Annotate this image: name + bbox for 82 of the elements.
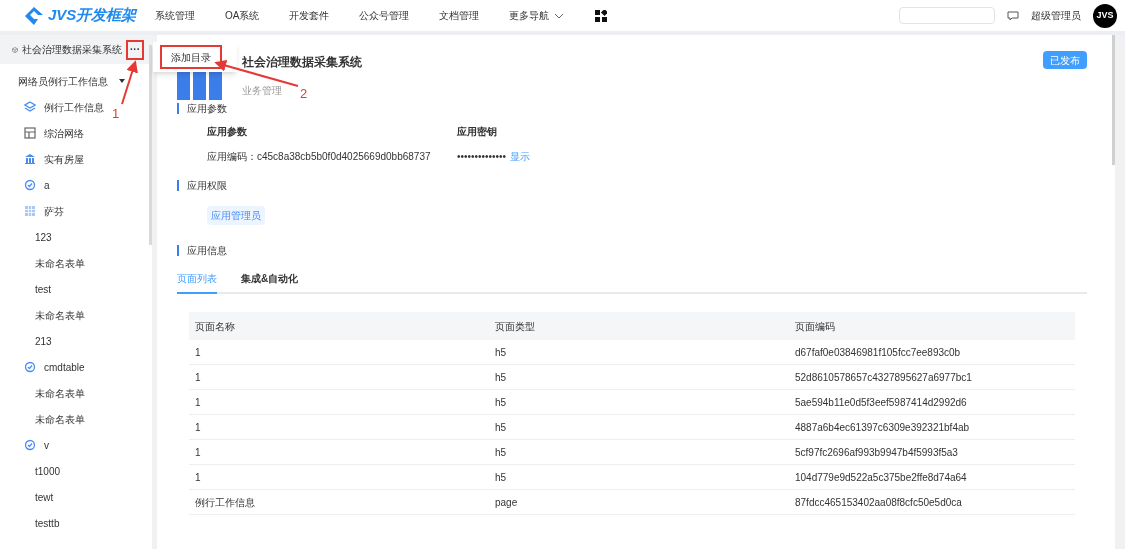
search-field[interactable] — [899, 7, 995, 24]
annotation-number: 2 — [300, 85, 308, 103]
column-header: 页面类型 — [495, 319, 536, 334]
sidebar-item[interactable]: 萨芬 — [0, 198, 64, 224]
sidebar-item[interactable]: t1000 — [0, 458, 61, 484]
sidebar-item[interactable]: 综治网络 — [0, 120, 84, 146]
nav-link[interactable]: 公众号管理 — [359, 8, 410, 23]
table-cell-text: 1 — [195, 445, 202, 460]
table-cell-text: 1 — [195, 420, 202, 435]
app-code: 应用编码：c45c8a38cb5b0f0d4025669d0bb68737 — [207, 150, 432, 164]
arrow-annotation — [121, 60, 138, 105]
nav-link[interactable]: 更多导航 — [509, 8, 566, 23]
table-cell-text: 5ae594b11e0d5f3eef5987414d2992d6 — [795, 395, 968, 410]
table-icon — [24, 127, 36, 139]
scrollbar[interactable] — [1112, 35, 1115, 165]
sidebar-item[interactable]: 123 — [0, 224, 52, 250]
app-subtitle: 业务管理 — [242, 84, 282, 98]
table-cell-text: h5 — [495, 470, 508, 485]
sidebar-item[interactable]: test — [0, 276, 52, 302]
group-header[interactable]: 网络员例行工作信息 — [0, 68, 152, 94]
logo-icon — [24, 5, 44, 26]
cube-icon — [12, 44, 18, 55]
layers-icon — [24, 101, 36, 113]
sidebar-item[interactable]: 未命名表单 — [0, 302, 85, 328]
sidebar-item[interactable]: 例行工作信息 — [0, 94, 104, 120]
nav-link[interactable]: OA系统 — [225, 8, 260, 23]
app-title[interactable]: 社会治理数据采集系统 — [22, 42, 122, 57]
sidebar-item[interactable]: tewt — [0, 484, 54, 510]
sidebar-item[interactable]: a — [0, 172, 50, 198]
sidebar-item[interactable]: 实有房屋 — [0, 146, 84, 172]
column-label: 应用密钥 — [457, 125, 498, 139]
section-heading: 应用权限 — [177, 180, 1087, 191]
table-cell-text: 1 — [195, 395, 202, 410]
sidebar-item[interactable]: v — [0, 432, 49, 458]
masked-secret: •••••••••••••• — [457, 150, 506, 164]
column-label: 应用参数 — [207, 125, 248, 139]
apps-icon[interactable] — [595, 9, 608, 22]
sidebar-item[interactable]: 未命名表单 — [0, 406, 85, 432]
sidebar-item[interactable]: cmdtable — [0, 354, 85, 380]
more-button[interactable]: ··· — [126, 39, 144, 60]
section-heading: 应用参数 — [177, 103, 1087, 114]
badge-icon — [24, 439, 36, 451]
table-cell-text: h5 — [495, 420, 508, 435]
column-header: 页面编码 — [795, 319, 836, 334]
sidebar-item[interactable]: 未命名表单 — [0, 250, 85, 276]
tab[interactable]: 集成&自动化 — [241, 271, 299, 294]
logo-text: JVS开发框架 — [48, 5, 137, 26]
annotation-number: 1 — [112, 105, 120, 123]
sidebar-item[interactable]: testtb — [0, 510, 60, 536]
table-cell-text: 4887a6b4ec61397c6309e392321bf4ab — [795, 420, 971, 435]
table-cell-text: page — [495, 495, 519, 510]
nav-link[interactable]: 系统管理 — [155, 8, 195, 23]
avatar[interactable]: JVS — [1093, 3, 1117, 28]
table-cell-text: 87fdcc465153402aa08f8cfc50e5d0ca — [795, 495, 963, 510]
nav-link[interactable]: 文档管理 — [439, 8, 480, 23]
table-cell-text: 1 — [195, 470, 202, 485]
table-cell-text: 104d779e9d522a5c375be2ffe8d74a64 — [795, 470, 968, 485]
table-cell-text: 5cf97fc2696af993b9947b4f5993f5a3 — [795, 445, 959, 460]
sidebar-item[interactable]: 未命名表单 — [0, 380, 85, 406]
group-label: 网络员例行工作信息 — [18, 74, 108, 89]
column-header: 页面名称 — [195, 319, 236, 334]
sidebar-item[interactable]: 213 — [0, 328, 52, 354]
section-heading: 应用信息 — [177, 245, 1087, 256]
table-cell-text: d67faf0e03846981f105fcc7ee893c0b — [795, 345, 962, 360]
table-cell-text: 1 — [195, 345, 202, 360]
building-icon — [24, 153, 36, 165]
table-cell-text: h5 — [495, 345, 508, 360]
table-cell-text: h5 — [495, 370, 508, 385]
table-cell-text: 52d8610578657c4327895627a6977bc1 — [795, 370, 973, 385]
table-cell-text: h5 — [495, 445, 508, 460]
badge-icon — [24, 361, 36, 373]
menu-item[interactable]: 添加目录 — [160, 45, 222, 69]
role-tag: 应用管理员 — [207, 206, 265, 225]
user-name[interactable]: 超级管理员 — [1031, 8, 1081, 23]
nav-link[interactable]: 开发套件 — [289, 8, 330, 23]
app-name: 社会治理数据采集系统 — [242, 54, 362, 71]
table-cell-text: 1 — [195, 370, 202, 385]
grid-icon — [24, 205, 36, 217]
badge-icon — [24, 179, 36, 191]
table-cell-text: 例行工作信息 — [195, 495, 256, 510]
chat-icon[interactable] — [1007, 9, 1019, 22]
table-cell-text: h5 — [495, 395, 508, 410]
